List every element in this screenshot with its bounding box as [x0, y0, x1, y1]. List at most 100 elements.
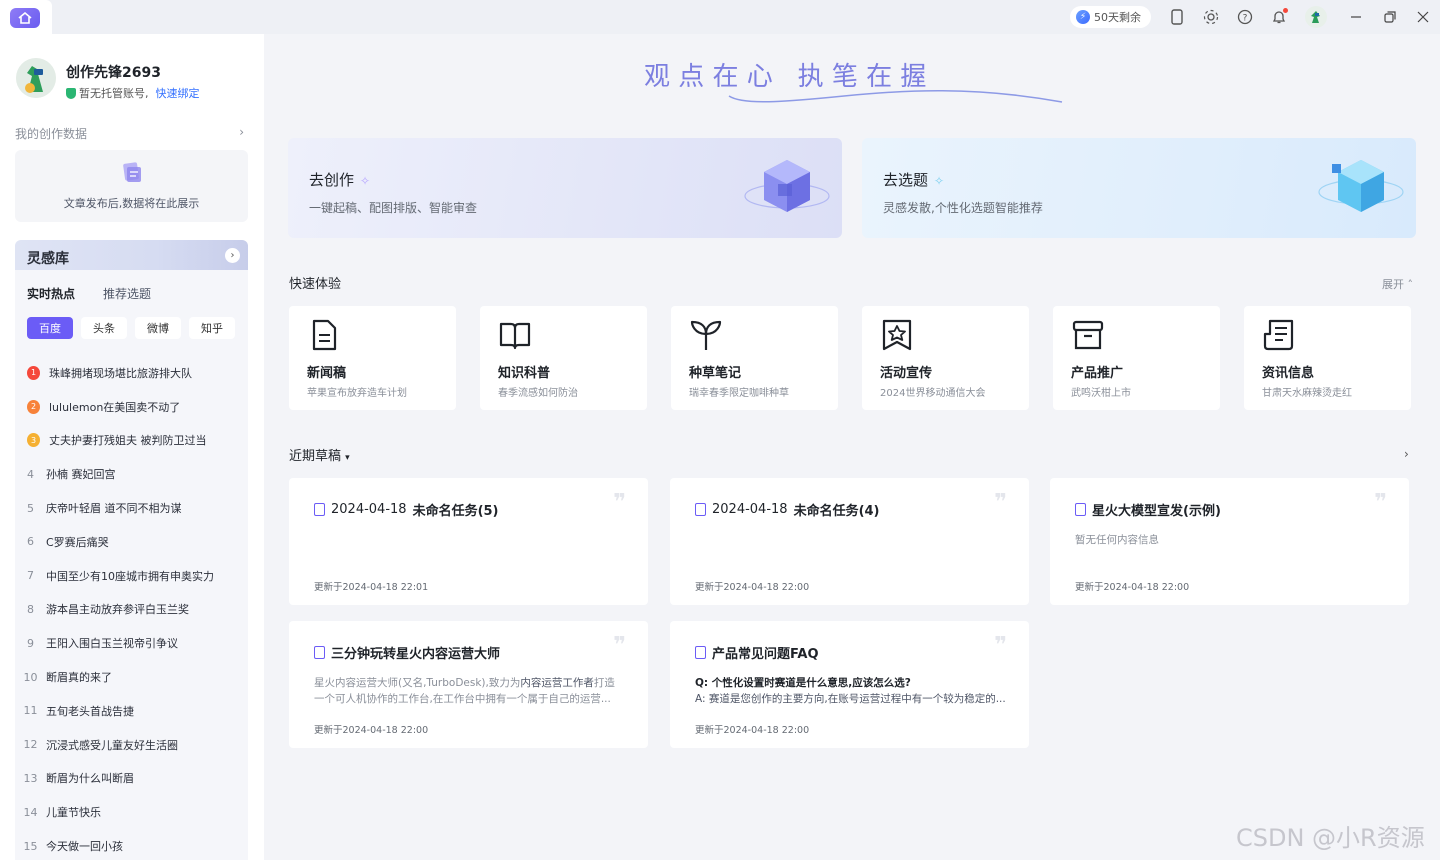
quick-card-knowledge[interactable]: 知识科普 春季流感如何防治	[480, 306, 647, 410]
list-item[interactable]: 8 游本昌主动放弃参评白玉兰奖	[15, 593, 248, 627]
minimize-icon[interactable]	[1347, 8, 1365, 26]
doc-icon	[695, 646, 706, 659]
chip-zhihu[interactable]: 知乎	[189, 317, 235, 339]
watermark: CSDN @小R资源	[1236, 824, 1425, 852]
draft-body-highlight: 内容运营工作者	[520, 677, 594, 689]
create-card[interactable]: 去创作 ✧ 一键起稿、配图排版、智能审查	[288, 138, 842, 238]
draft-body: 暂无任何内容信息	[1075, 534, 1159, 546]
list-item[interactable]: 3 丈夫护妻打残姐夫 被判防卫过当	[15, 424, 248, 458]
quick-card-notes[interactable]: 种草笔记 瑞幸春季限定咖啡种草	[671, 306, 838, 410]
rank-medal-icon: 2	[27, 399, 40, 414]
list-item[interactable]: 10 断眉真的来了	[15, 660, 248, 694]
rank-medal-icon: 1	[27, 365, 40, 380]
draft-card[interactable]: 星火大模型宣发(示例) ❞ 暂无任何内容信息 更新于2024-04-18 22:…	[1050, 478, 1409, 605]
chevron-right-icon[interactable]: ›	[225, 248, 240, 263]
empty-doc-icon	[121, 161, 141, 183]
hot-item-text: 丈夫护妻打残姐夫 被判防卫过当	[49, 434, 207, 448]
draft-card[interactable]: 产品常见问题FAQ ❞ Q: 个性化设置时赛道是什么意思,应该怎么选? A: 赛…	[670, 621, 1029, 748]
chip-baidu[interactable]: 百度	[27, 317, 73, 339]
list-item[interactable]: 1 珠峰拥堵现场堪比旅游排大队	[15, 356, 248, 390]
quick-card-title: 知识科普	[498, 366, 551, 381]
quick-title: 快速体验	[289, 277, 342, 292]
main-content: 观 点 在 心 执 笔 在 握 去创作 ✧ 一键起稿、配图排版、智能审查 去选题 ✧…	[264, 34, 1440, 860]
tab-realtime-hot[interactable]: 实时热点	[27, 285, 75, 302]
inspiration-library: 灵感库 › 实时热点 推荐选题 百度 头条 微博 知乎 1 珠峰拥堵现场堪比旅游…	[15, 240, 248, 860]
faq-question: Q: 个性化设置时赛道是什么意思,应该怎么选?	[695, 677, 911, 689]
rank-number: 11	[23, 704, 38, 718]
account-status-text: 暂无托管账号,	[79, 87, 149, 100]
quick-card-product[interactable]: 产品推广 武鸣沃柑上市	[1053, 306, 1220, 410]
chevron-right-icon[interactable]: ›	[1404, 447, 1409, 461]
draft-card[interactable]: 2024-04-18 未命名任务(4) ❞ 更新于2024-04-18 22:00	[670, 478, 1029, 605]
draft-faq: Q: 个性化设置时赛道是什么意思,应该怎么选? A: 赛道是您创作的主要方向,在…	[695, 675, 1010, 707]
list-item[interactable]: 12 沉浸式感受儿童友好生活圈	[15, 728, 248, 762]
hot-item-text: 沉浸式感受儿童友好生活圈	[46, 738, 178, 752]
rank-number: 8	[27, 602, 34, 616]
tab-recommended-topics[interactable]: 推荐选题	[103, 285, 151, 302]
hot-item-text: 中国至少有10座城市拥有申奥实力	[46, 569, 214, 583]
draft-name: 星火大模型宣发(示例)	[1092, 504, 1221, 519]
rank-medal-icon: 3	[27, 433, 40, 448]
draft-updated: 更新于2024-04-18 22:00	[695, 582, 810, 593]
quick-card-info[interactable]: 资讯信息 甘肃天水麻辣烫走红	[1244, 306, 1411, 410]
restore-icon[interactable]	[1381, 8, 1399, 26]
avatar[interactable]	[16, 58, 56, 98]
hot-list: 1 珠峰拥堵现场堪比旅游排大队 2 lululemon在美国卖不动了 3 丈夫护…	[15, 356, 248, 860]
close-icon[interactable]	[1414, 8, 1432, 26]
list-item[interactable]: 7 中国至少有10座城市拥有申奥实力	[15, 559, 248, 593]
rank-number: 10	[23, 670, 38, 684]
topic-card-title: 去选题 ✧	[883, 169, 944, 190]
draft-card[interactable]: 2024-04-18 未命名任务(5) ❞ 更新于2024-04-18 22:01	[289, 478, 648, 605]
sparkle-icon: ✧	[934, 174, 945, 188]
list-item[interactable]: 9 王阳入围白玉兰视帝引争议	[15, 626, 248, 660]
expand-button[interactable]: 展开 ˄	[1382, 276, 1413, 292]
quick-card-subtitle: 苹果宣布放弃造车计划	[307, 388, 407, 399]
list-item[interactable]: 6 C罗赛后痛哭	[15, 525, 248, 559]
home-tab[interactable]	[0, 0, 52, 34]
draft-card[interactable]: 三分钟玩转星火内容运营大师 ❞ 星火内容运营大师(又名,TurboDesk),致…	[289, 621, 648, 748]
hot-item-text: C罗赛后痛哭	[46, 535, 109, 549]
quick-card-subtitle: 武鸣沃柑上市	[1071, 388, 1131, 399]
account-status: 暂无托管账号, 快速绑定	[66, 85, 200, 101]
draft-title: 2024-04-18 未命名任务(5)	[314, 500, 499, 519]
topic-card[interactable]: 去选题 ✧ 灵感发散,个性化选题智能推荐	[862, 138, 1416, 238]
list-item[interactable]: 14 儿童节快乐	[15, 795, 248, 829]
phone-icon[interactable]	[1168, 8, 1186, 26]
share-icon[interactable]	[1202, 8, 1220, 26]
draft-name: 未命名任务(4)	[793, 504, 880, 519]
draft-updated: 更新于2024-04-18 22:01	[314, 582, 429, 593]
quick-bind-link[interactable]: 快速绑定	[156, 85, 200, 101]
bolt-icon: ⚡	[1076, 10, 1090, 24]
list-item[interactable]: 11 五旬老头首战告捷	[15, 694, 248, 728]
doc-icon	[695, 503, 706, 516]
rank-number: 12	[23, 738, 38, 752]
my-data-header[interactable]: 我的创作数据 ›	[15, 125, 248, 141]
quick-card-subtitle: 春季流感如何防治	[498, 388, 578, 399]
hot-item-text: 五旬老头首战告捷	[46, 704, 134, 718]
draft-body-text: 星火内容运营大师(又名,TurboDesk),致力为	[314, 677, 521, 689]
list-item[interactable]: 5 庆帝叶轻眉 道不同不相为谋	[15, 491, 248, 525]
home-icon[interactable]	[10, 8, 40, 28]
create-card-title: 去创作 ✧	[309, 169, 370, 190]
quote-icon: ❞	[994, 633, 1007, 658]
list-item[interactable]: 15 今天做一回小孩	[15, 829, 248, 860]
list-item[interactable]: 4 孙楠 赛妃回宫	[15, 457, 248, 491]
user-avatar-small[interactable]	[1305, 6, 1327, 28]
recent-drafts-header[interactable]: 近期草稿 ▾	[289, 445, 350, 464]
list-item[interactable]: 2 lululemon在美国卖不动了	[15, 390, 248, 424]
hot-item-text: 庆帝叶轻眉 道不同不相为谋	[46, 502, 182, 516]
library-header: 灵感库 ›	[15, 240, 248, 270]
quota-badge[interactable]: ⚡ 50天剩余	[1070, 6, 1151, 28]
help-icon[interactable]: ?	[1236, 8, 1254, 26]
bell-icon[interactable]	[1270, 8, 1288, 26]
chip-toutiao[interactable]: 头条	[81, 317, 127, 339]
quick-card-news[interactable]: 新闻稿 苹果宣布放弃造车计划	[289, 306, 456, 410]
chip-weibo[interactable]: 微博	[135, 317, 181, 339]
hot-item-text: 孙楠 赛妃回宫	[46, 468, 116, 482]
quick-card-promo[interactable]: 活动宣传 2024世界移动通信大会	[862, 306, 1029, 410]
caret-down-icon: ▾	[345, 453, 350, 463]
title-bar: ⚡ 50天剩余 ?	[0, 0, 1440, 34]
quick-card-title: 活动宣传	[880, 366, 933, 381]
quick-card-subtitle: 瑞幸春季限定咖啡种草	[689, 388, 789, 399]
list-item[interactable]: 13 断眉为什么叫断眉	[15, 762, 248, 796]
